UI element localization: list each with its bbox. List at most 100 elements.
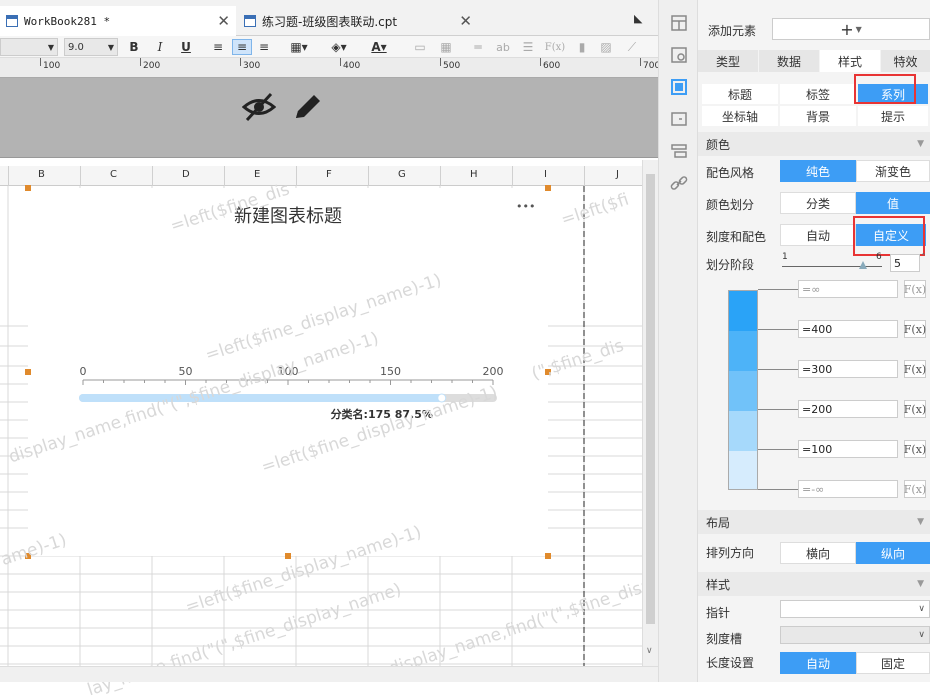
resize-handle[interactable] <box>545 553 551 559</box>
table-icon[interactable]: ▦ <box>438 39 454 55</box>
chart-icon[interactable]: ▮ <box>574 39 590 55</box>
image-icon[interactable]: ▨ <box>598 39 614 55</box>
stage-slider[interactable] <box>782 266 882 267</box>
tab-cpt[interactable]: 练习题-班级图表联动.cpt ✕ <box>238 6 478 36</box>
insert-row-icon[interactable]: ═ <box>470 39 486 55</box>
solid-color-option[interactable]: 纯色 <box>780 160 856 182</box>
tab-type[interactable]: 类型 <box>698 50 758 72</box>
link-icon[interactable] <box>670 174 688 192</box>
close-icon[interactable]: ✕ <box>217 12 230 30</box>
align-right-icon[interactable]: ≡ <box>256 39 272 55</box>
widget-settings-icon[interactable] <box>670 46 688 64</box>
resize-handle[interactable] <box>25 553 31 559</box>
subtab-title[interactable]: 标题 <box>702 84 778 104</box>
divide-value-option[interactable]: 值 <box>856 192 930 214</box>
resize-handle[interactable] <box>285 553 291 559</box>
stop-input[interactable]: =300 <box>798 360 898 378</box>
chart-attr-icon[interactable] <box>670 78 688 96</box>
text-icon[interactable]: ab <box>494 39 512 55</box>
column-label: D <box>182 169 190 180</box>
italic-button[interactable]: I <box>152 39 168 55</box>
formula-button[interactable]: F(x) <box>904 360 926 378</box>
formula-button[interactable]: F(x) <box>904 480 926 498</box>
color-stop-swatch[interactable] <box>729 331 757 371</box>
font-size-select[interactable]: 9.0 ▼ <box>64 38 118 56</box>
stop-input[interactable]: =∞ <box>798 280 898 298</box>
color-section-header[interactable]: 颜色 ▼ <box>698 132 930 156</box>
stop-input[interactable]: =400 <box>798 320 898 338</box>
stop-input[interactable]: =-∞ <box>798 480 898 498</box>
add-element-button[interactable]: + ▼ <box>772 18 930 40</box>
gauge-chart-widget[interactable]: 新建图表标题 ••• 0 50 100 150 200 分类名:175 87.5% <box>28 188 548 556</box>
resize-handle[interactable] <box>25 369 31 375</box>
stop-input[interactable]: =200 <box>798 400 898 418</box>
chart-title: 新建图表标题 <box>234 206 342 227</box>
scale-slot-select[interactable]: ∨ <box>780 626 930 644</box>
gradient-option[interactable]: 渐变色 <box>856 160 930 182</box>
tab-effect[interactable]: 特效 <box>881 50 930 72</box>
slash-icon[interactable]: ⟋ <box>624 39 640 55</box>
color-stop-swatch[interactable] <box>729 411 757 451</box>
divide-category-option[interactable]: 分类 <box>780 192 856 214</box>
layout-section-header[interactable]: 布局 ▼ <box>698 510 930 534</box>
color-stop-swatch[interactable] <box>729 451 757 489</box>
resize-handle[interactable] <box>25 185 31 191</box>
border-icon[interactable]: ▦▾ <box>286 39 312 55</box>
list-icon[interactable] <box>670 142 688 160</box>
subtab-tooltip[interactable]: 提示 <box>858 106 928 126</box>
slider-thumb[interactable] <box>859 261 867 269</box>
pointer-color-select[interactable]: ∨ <box>780 600 930 618</box>
chevron-down-icon[interactable]: ∨ <box>646 646 653 656</box>
column-label: J <box>616 169 619 180</box>
align-left-icon[interactable]: ≡ <box>210 39 226 55</box>
formula-button[interactable]: F(x) <box>904 280 926 298</box>
tab-workbook[interactable]: WorkBook281 * ✕ <box>0 6 236 36</box>
align-center-icon[interactable]: ≡ <box>232 39 252 55</box>
stepper-icon[interactable]: ⌃ <box>920 252 927 261</box>
tab-data[interactable]: 数据 <box>759 50 819 72</box>
color-stop-swatch[interactable] <box>729 371 757 411</box>
gauge-tick-label: 50 <box>179 365 193 378</box>
ruler-label: 200 <box>143 61 161 71</box>
tab-bar: WorkBook281 * ✕ 练习题-班级图表联动.cpt ✕ ◣ <box>0 0 658 36</box>
eye-off-icon[interactable] <box>242 92 276 122</box>
style-section-header[interactable]: 样式 ▼ <box>698 572 930 596</box>
direction-vertical-option[interactable]: 纵向 <box>856 542 930 564</box>
layout-icon[interactable] <box>670 14 688 32</box>
vertical-scrollbar[interactable]: ∨ <box>642 160 658 666</box>
merge-icon[interactable]: ▭ <box>412 39 428 55</box>
formula-button[interactable]: F(x) <box>904 400 926 418</box>
more-icon[interactable]: ••• <box>516 200 535 213</box>
tab-menu-icon[interactable]: ◣ <box>634 12 642 25</box>
gauge-tick-label: 100 <box>278 365 299 378</box>
formula-button[interactable]: F(x) <box>904 320 926 338</box>
color-stop-swatch[interactable] <box>729 291 757 331</box>
resize-handle[interactable] <box>545 185 551 191</box>
bold-button[interactable]: B <box>126 39 142 55</box>
subtab-background[interactable]: 背景 <box>780 106 856 126</box>
underline-button[interactable]: U <box>178 39 194 55</box>
formula-icon[interactable]: F(x) <box>544 39 566 55</box>
font-color-icon[interactable]: A▾ <box>364 39 394 55</box>
formula-button[interactable]: F(x) <box>904 440 926 458</box>
resize-handle[interactable] <box>545 369 551 375</box>
font-family-select[interactable]: ▼ <box>0 38 58 56</box>
tab-style[interactable]: 样式 <box>820 50 880 72</box>
frame-icon[interactable] <box>670 110 688 128</box>
fill-color-icon[interactable]: ◈▾ <box>326 39 352 55</box>
subtab-axis[interactable]: 坐标轴 <box>702 106 778 126</box>
stage-label: 划分阶段 <box>706 258 755 272</box>
horizontal-scrollbar[interactable] <box>0 666 658 682</box>
paragraph-icon[interactable]: ☰ <box>520 39 536 55</box>
close-icon[interactable]: ✕ <box>459 12 472 30</box>
subtab-label[interactable]: 标签 <box>780 84 856 104</box>
length-fixed-option[interactable]: 固定 <box>856 652 930 674</box>
scale-auto-option[interactable]: 自动 <box>780 224 856 246</box>
length-auto-option[interactable]: 自动 <box>780 652 856 674</box>
property-panel: 添加元素 + ▼ 类型 数据 样式 特效 标题 标签 系列 坐标轴 背景 提示 颜… <box>698 0 930 682</box>
stop-input[interactable]: =100 <box>798 440 898 458</box>
pencil-icon[interactable] <box>292 92 324 122</box>
stage-input[interactable]: 5 <box>890 254 920 272</box>
direction-horizontal-option[interactable]: 横向 <box>780 542 856 564</box>
scrollbar-thumb[interactable] <box>646 174 655 624</box>
